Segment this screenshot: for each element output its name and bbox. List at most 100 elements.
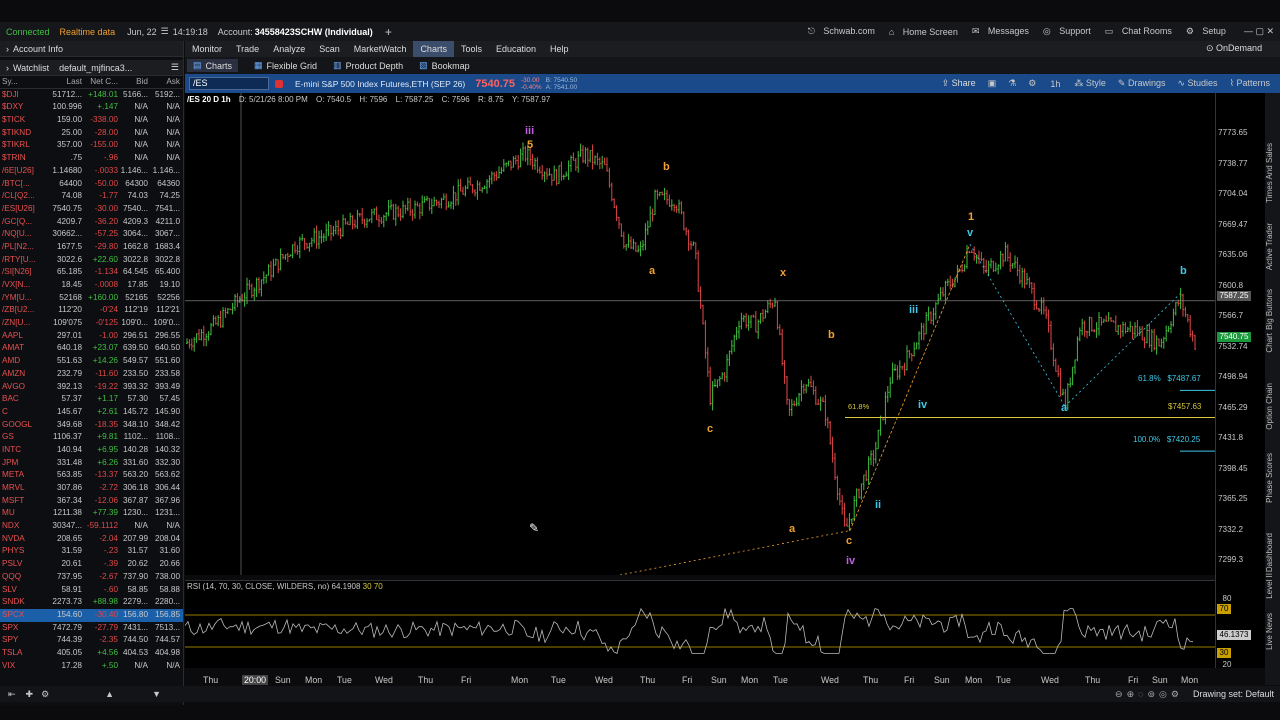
watchlist-row[interactable]: SPY 744.39 -2.35 744.50 744.57 [0, 634, 183, 647]
menu-tools[interactable]: Tools [454, 41, 489, 57]
flask-icon[interactable]: ⚗ [1008, 78, 1016, 89]
watchlist-row[interactable]: /ES[U26] 7540.75 -30.00 7540... 7541... [0, 203, 183, 216]
watchlist-row[interactable]: $DXY 100.996 +.147 N/A N/A [0, 101, 183, 114]
watchlist-row[interactable]: GS 1106.37 +9.81 1102... 1108... [0, 431, 183, 444]
watchlist-row[interactable]: INTC 140.94 +6.95 140.28 140.32 [0, 444, 183, 457]
setup-button[interactable]: ⚙ Setup [1186, 26, 1226, 37]
watchlist-row[interactable]: META 563.85 -13.37 563.20 563.62 [0, 469, 183, 482]
menu-monitor[interactable]: Monitor [185, 41, 229, 57]
watchlist-row[interactable]: AMZN 232.79 -11.60 233.50 233.58 [0, 368, 183, 381]
watchlist-row[interactable]: /ZB[U2... 112'20 -0'24 112'19 112'21 [0, 304, 183, 317]
watchlist-row[interactable]: QQQ 737.95 -2.67 737.90 738.00 [0, 571, 183, 584]
menu-analyze[interactable]: Analyze [266, 41, 312, 57]
watchlist-row[interactable]: TSLA 405.05 +4.56 404.53 404.98 [0, 647, 183, 660]
side-tab-times-and-sales[interactable]: Times And Sales [1265, 143, 1280, 203]
price-chart-svg[interactable] [185, 93, 1215, 575]
messages-button[interactable]: ✉ Messages [972, 26, 1029, 37]
watchlist-header[interactable]: › Watchlist default_mjfinca3... ☰ [0, 60, 183, 76]
watchlist-row[interactable]: AAPL 297.01 -1.00 296.51 296.55 [0, 330, 183, 343]
watchlist-row[interactable]: SPX 7472.79 -27.79 7431... 7513... [0, 622, 183, 635]
watchlist-row[interactable]: $TIKND 25.00 -28.00 N/A N/A [0, 127, 183, 140]
subtab-flexible-grid[interactable]: ▦ Flexible Grid [254, 60, 317, 71]
watchlist-row[interactable]: /6E[U26] 1.14680 -.0033 1.146... 1.146... [0, 165, 183, 178]
alert-icon[interactable] [275, 79, 283, 88]
chat-rooms-button[interactable]: ▭ Chat Rooms [1105, 26, 1172, 37]
side-tab-phase-scores[interactable]: Phase Scores [1265, 453, 1280, 503]
watchlist-row[interactable]: NVDA 208.65 -2.04 207.99 208.04 [0, 533, 183, 546]
menu-scan[interactable]: Scan [312, 41, 347, 57]
ondemand-button[interactable]: ⊙ OnDemand [1206, 43, 1262, 54]
watchlist-row[interactable]: AMAT 640.18 +23.07 639.50 640.50 [0, 342, 183, 355]
watchlist-row[interactable]: C 145.67 +2.61 145.72 145.90 [0, 406, 183, 419]
symbol-input[interactable]: /ES [189, 77, 269, 90]
side-tab-chart[interactable]: Chart [1265, 333, 1280, 353]
account-select[interactable]: 34558423SCHW (Individual) [255, 27, 373, 37]
watchlist-row[interactable]: MSFT 367.34 -12.06 367.87 367.96 [0, 495, 183, 508]
watchlist-row[interactable]: NDX 30347... -59.1112 N/A N/A [0, 520, 183, 533]
side-tab-dashboard[interactable]: Dashboard [1265, 533, 1280, 572]
rsi-panel[interactable]: RSI (14, 70, 30, CLOSE, WILDERS, no) 64.… [185, 580, 1215, 668]
window-controls[interactable]: — ▢ ✕ [1244, 26, 1274, 37]
side-tab-option-chain[interactable]: Option Chain [1265, 383, 1280, 430]
gear-icon[interactable]: ⚙ [41, 689, 49, 700]
account-info-header[interactable]: › Account Info [0, 41, 183, 57]
price-chart[interactable]: /ES 20 D 1h D: 5/21/26 8:00 PM O: 7540.5… [185, 93, 1215, 575]
side-tab-live-news[interactable]: Live News [1265, 613, 1280, 650]
menu-icon[interactable]: ☰ [171, 62, 179, 73]
watchlist-row[interactable]: PHYS 31.59 -.23 31.57 31.60 [0, 545, 183, 558]
watchlist-row[interactable]: GOOGL 349.68 -18.35 348.10 348.42 [0, 419, 183, 432]
home-screen-button[interactable]: ⌂ Home Screen [889, 27, 958, 37]
watchlist-row[interactable]: BAC 57.37 +1.17 57.30 57.45 [0, 393, 183, 406]
add-icon[interactable]: ✚ [26, 689, 34, 700]
patterns-button[interactable]: ⌇ Patterns [1230, 78, 1270, 89]
add-icon[interactable]: + [385, 25, 392, 39]
support-button[interactable]: ◎ Support [1043, 26, 1091, 37]
watchlist-row[interactable]: /VX[N... 18.45 -.0008 17.85 19.10 [0, 279, 183, 292]
watchlist-selector[interactable]: default_mjfinca3... [59, 63, 132, 73]
menu-education[interactable]: Education [489, 41, 543, 57]
watchlist-row[interactable]: /RTY[U... 3022.6 +22.60 3022.8 3022.8 [0, 254, 183, 267]
timeframe-button[interactable]: 1h [1050, 79, 1060, 89]
subtab-product-depth[interactable]: ▥ Product Depth [333, 60, 403, 71]
watchlist-row[interactable]: VIX 17.28 +.50 N/A N/A [0, 660, 183, 673]
collapse-icon[interactable]: ⇤ [8, 689, 16, 700]
side-tab-big-buttons[interactable]: Big Buttons [1265, 289, 1280, 330]
watchlist-row[interactable]: /CL[Q2... 74.08 -1.77 74.03 74.25 [0, 190, 183, 203]
watchlist-row[interactable]: /BTC[... 64400 -50.00 64300 64360 [0, 178, 183, 191]
side-tab-level-ii[interactable]: Level II [1265, 573, 1280, 599]
watchlist-row[interactable]: AVGO 392.13 -19.22 393.32 393.49 [0, 381, 183, 394]
scroll-down-icon[interactable]: ▼ [152, 689, 161, 699]
watchlist-row[interactable]: SNDK 2273.73 +88.98 2279... 2280... [0, 596, 183, 609]
price-axis[interactable]: 7773.65 7738.77 7704.04 7669.47 7635.06 7600.… [1215, 93, 1265, 668]
time-axis[interactable]: Thu 20:00 Sun Mon Tue Wed Thu Fri Mon Tue Wed Thu Fr… [185, 672, 1215, 686]
side-tab-active-trader[interactable]: Active Trader [1265, 223, 1280, 270]
menu-charts[interactable]: Charts [413, 41, 454, 57]
rsi-chart-svg[interactable] [185, 581, 1215, 669]
watchlist-row[interactable]: /SI[N26] 65.185 -1.134 64.545 65.400 [0, 266, 183, 279]
watchlist-row[interactable]: $TRIN .75 -.96 N/A N/A [0, 152, 183, 165]
watchlist-row[interactable]: JPM 331.48 +6.26 331.60 332.30 [0, 457, 183, 470]
watchlist-row[interactable]: SPCX 154.60 -30.40 156.80 156.85 [0, 608, 183, 622]
scroll-up-icon[interactable]: ▲ [105, 689, 114, 699]
watchlist-row[interactable]: MU 1211.38 +77.39 1230... 1231... [0, 507, 183, 520]
watchlist-row[interactable]: AMD 551.63 +14.26 549.57 551.60 [0, 355, 183, 368]
watchlist-row[interactable]: $DJI 51712... +148.01 5166... 5192... [0, 89, 183, 102]
subtab-charts[interactable]: ▤ Charts [187, 59, 239, 72]
watchlist-row[interactable]: /PL[N2... 1677.5 -29.80 1662.8 1683.4 [0, 241, 183, 254]
watchlist-row[interactable]: PSLV 20.61 -.39 20.62 20.66 [0, 558, 183, 571]
share-button[interactable]: ⇪ Share [942, 78, 976, 89]
subtab-bookmap[interactable]: ▧ Bookmap [419, 60, 470, 71]
gear-icon[interactable]: ⚙ [1028, 78, 1036, 89]
watchlist-row[interactable]: /YM[U... 52168 +160.00 52165 52256 [0, 292, 183, 305]
style-button[interactable]: ⁂ Style [1074, 78, 1106, 89]
menu-marketwatch[interactable]: MarketWatch [347, 41, 414, 57]
studies-button[interactable]: ∿ Studies [1177, 78, 1217, 89]
menu-trade[interactable]: Trade [229, 41, 266, 57]
watchlist-row[interactable]: /NQ[U... 30662... -57.25 3064... 3067... [0, 228, 183, 241]
watchlist-row[interactable]: /ZN[U... 109'075 -0'125 109'0... 109'0... [0, 317, 183, 330]
watchlist-row[interactable]: SLV 58.91 -.60 58.85 58.88 [0, 584, 183, 597]
watchlist-row[interactable]: MRVL 307.86 -2.72 306.18 306.44 [0, 482, 183, 495]
watchlist-row[interactable]: /GC[Q... 4209.7 -36.20 4209.3 4211.0 [0, 216, 183, 229]
watchlist-row[interactable]: $TICK 159.00 -338.00 N/A N/A [0, 114, 183, 127]
menu-help[interactable]: Help [543, 41, 576, 57]
